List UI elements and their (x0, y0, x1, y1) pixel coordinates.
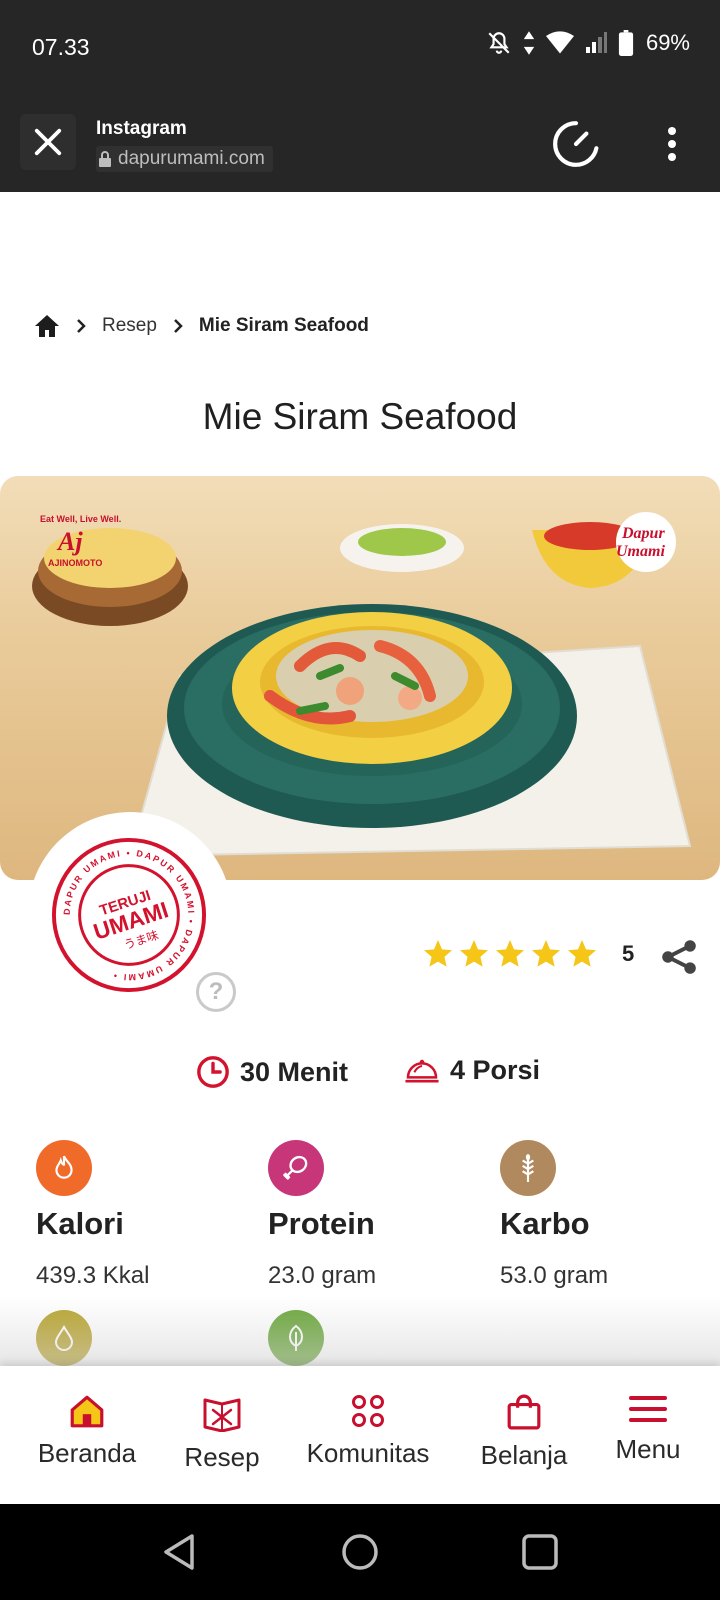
data-arrows-icon (523, 31, 535, 55)
nav-komunitas[interactable]: Komunitas (302, 1394, 434, 1469)
star-icon (424, 940, 452, 967)
flame-icon (36, 1140, 92, 1196)
recipe-book-icon (203, 1398, 241, 1432)
system-navigation-bar (0, 1504, 720, 1600)
nav-label: Belanja (480, 1440, 568, 1470)
more-options-button[interactable] (650, 116, 694, 172)
help-icon[interactable]: ? (196, 972, 236, 1012)
speedometer-icon (553, 121, 599, 167)
home-circle-icon[interactable] (340, 1532, 380, 1572)
recipe-rating: 5 (422, 938, 634, 970)
rating-value: 5 (622, 941, 635, 966)
browser-toolbar: Instagram dapurumami.com (0, 96, 720, 192)
breadcrumb-current: Mie Siram Seafood (198, 315, 369, 336)
home-icon[interactable] (34, 314, 60, 338)
battery-percent: 69% (645, 30, 690, 55)
logo-brand: AJINOMOTO (48, 558, 102, 568)
nav-menu[interactable]: Menu (610, 1394, 686, 1465)
breadcrumb: Resep Mie Siram Seafood (34, 314, 369, 338)
nutrition-value: 439.3 Kkal (36, 1262, 150, 1289)
back-icon[interactable] (160, 1532, 200, 1572)
nav-label: Resep (184, 1442, 260, 1472)
rating-stars (422, 938, 598, 970)
home-icon (70, 1395, 104, 1428)
bottom-navigation: Beranda Resep Komunitas Belanja Menu (0, 1366, 720, 1504)
share-icon[interactable] (660, 938, 698, 976)
status-bar: 07.33 69% (0, 0, 720, 96)
star-icon (568, 940, 596, 967)
nutrition-karbo: Karbo 53.0 gram (500, 1140, 608, 1290)
portions: 4 Porsi (404, 1055, 540, 1086)
logo-umami: Umami (616, 543, 665, 560)
nav-label: Komunitas (306, 1438, 430, 1468)
close-button[interactable] (20, 114, 76, 170)
community-icon (352, 1395, 384, 1427)
nutrition-value: 23.0 gram (268, 1262, 377, 1289)
site-url-text: dapurumami.com (118, 148, 265, 169)
recents-icon[interactable] (520, 1532, 560, 1572)
nutrition-protein: Protein 23.0 gram (268, 1140, 376, 1290)
wheat-icon (500, 1140, 556, 1196)
cook-time-value: 30 Menit (240, 1056, 349, 1087)
status-icons: 69% (486, 30, 690, 56)
logo-mark: Aj (56, 527, 83, 556)
nav-label: Menu (615, 1434, 681, 1464)
drumstick-icon (268, 1140, 324, 1196)
wifi-icon (545, 31, 574, 54)
nutrition-kalori: Kalori 439.3 Kkal (36, 1140, 149, 1290)
hamburger-menu-icon (629, 1396, 667, 1422)
nutrition-name: Kalori (36, 1206, 124, 1241)
battery-icon (618, 30, 634, 56)
page-speed-button[interactable] (548, 116, 604, 172)
portions-value: 4 Porsi (450, 1055, 541, 1085)
url-block[interactable]: Instagram dapurumami.com (96, 118, 273, 172)
breadcrumb-resep[interactable]: Resep (102, 315, 157, 337)
status-time: 07.33 (32, 34, 90, 60)
lock-icon (99, 151, 111, 167)
nutrition-name: Karbo (500, 1206, 590, 1241)
clock-icon (197, 1056, 229, 1088)
star-icon (496, 940, 524, 967)
signal-icon (585, 32, 607, 53)
close-icon (34, 128, 62, 156)
shopping-bag-icon (507, 1394, 541, 1430)
more-vert-icon (668, 127, 676, 161)
cook-time: 30 Menit (196, 1055, 348, 1089)
site-url: dapurumami.com (96, 146, 273, 172)
notifications-off-icon (488, 32, 510, 54)
site-title: Instagram (96, 118, 187, 139)
nutrition-value: 53.0 gram (500, 1262, 609, 1289)
nav-label: Beranda (37, 1438, 137, 1468)
star-icon (460, 940, 488, 967)
nutrition-name: Protein (268, 1206, 375, 1241)
page-title: Mie Siram Seafood (202, 396, 518, 437)
chevron-right-icon (77, 319, 86, 333)
chevron-right-icon (174, 319, 183, 333)
logo-dapur: Dapur (621, 525, 665, 542)
nav-resep[interactable]: Resep (176, 1394, 268, 1473)
serving-dish-icon (405, 1059, 439, 1082)
nav-beranda[interactable]: Beranda (36, 1394, 138, 1469)
nav-belanja[interactable]: Belanja (474, 1394, 574, 1471)
teruji-umami-stamp: DAPUR UMAMI • DAPUR UMAMI • DAPUR UMAMI … (51, 837, 207, 993)
star-icon (532, 940, 560, 967)
logo-tagline: Eat Well, Live Well. (40, 514, 121, 524)
scroll-fade (0, 1296, 720, 1366)
